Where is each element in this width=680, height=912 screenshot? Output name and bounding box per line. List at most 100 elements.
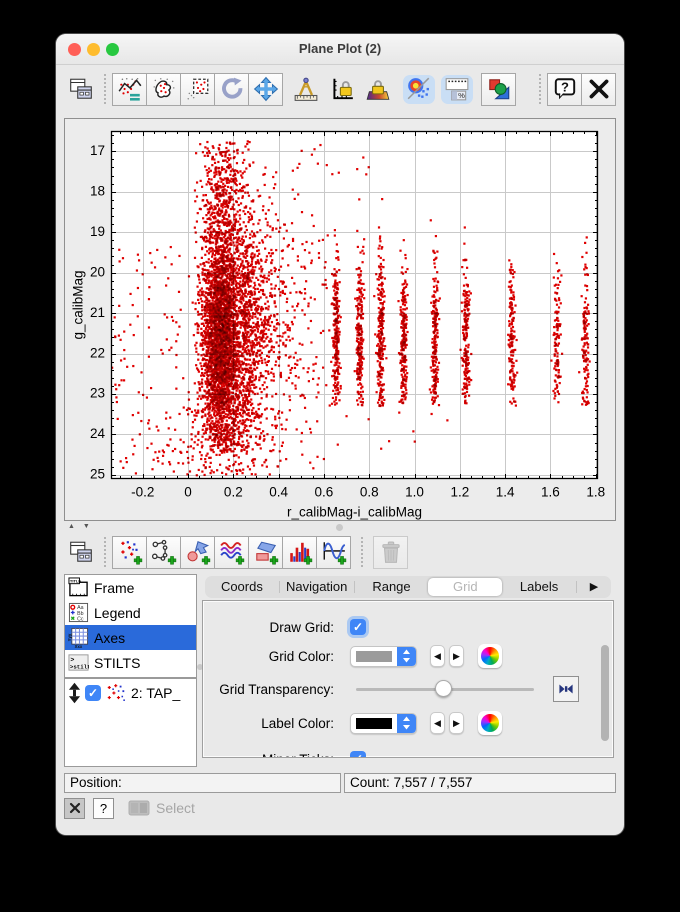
export-image-icon (488, 79, 509, 100)
grid-color-swatch (356, 650, 392, 662)
control-item-frame[interactable]: TITLE Frame (65, 575, 196, 600)
grid-color-row: Grid Color: ◀ ▶ (203, 644, 613, 668)
tabs-overflow-button[interactable]: ▶ (577, 577, 611, 597)
control-item-label: Frame (94, 579, 135, 596)
replot-button[interactable] (214, 72, 249, 106)
plane-plot-window: Plane Plot (2) % ? ▲ ▼ TITLE Frame Aa Bb… (56, 34, 624, 835)
svg-text:?: ? (561, 80, 569, 95)
position-label: Position: (70, 775, 122, 790)
add-histogram-layer-button[interactable] (282, 535, 317, 569)
export-button[interactable] (481, 72, 516, 106)
svg-text:>stilts: >stilts (70, 664, 89, 671)
count-field: Count: 7,557 / 7,557 (344, 773, 616, 793)
draw-grid-checkbox[interactable] (350, 619, 366, 635)
add-spectrogram-layer-button[interactable] (214, 535, 249, 569)
add-position-layer-button[interactable] (112, 535, 147, 569)
new-subset-button[interactable] (112, 72, 147, 106)
desktop-background: Plane Plot (2) % ? ▲ ▼ TITLE Frame Aa Bb… (0, 0, 680, 912)
splitter-handle-dot[interactable] (336, 524, 343, 531)
tab-coords[interactable]: Coords (205, 577, 279, 597)
plot-control-list: TITLE Frame Aa Bb Cc Legend Yyy Xxx Axes… (64, 574, 197, 678)
toolbar-separator (539, 74, 541, 104)
select-label: Select (156, 800, 195, 816)
label-color-chooser-button[interactable] (478, 711, 502, 735)
plot-panel (64, 118, 616, 521)
tab-labels[interactable]: Labels (502, 577, 576, 597)
layer-label: 2: TAP_ (131, 684, 181, 701)
plot-canvas[interactable] (65, 119, 615, 520)
plot-splitter[interactable]: ▲ ▼ (64, 522, 616, 533)
grid-color-next-button[interactable]: ▶ (449, 645, 464, 667)
reorder-updown-icon[interactable] (68, 681, 81, 705)
select-mode-indicator[interactable]: Select (128, 800, 195, 816)
help-mode-button[interactable]: ? (93, 797, 114, 819)
toolbar-separator (104, 74, 106, 104)
add-layer-group (112, 535, 351, 569)
label-color-row: Label Color: ◀ ▶ (203, 711, 613, 735)
add-pair-layer-button[interactable] (146, 535, 181, 569)
panel-scrollbar-thumb[interactable] (601, 645, 609, 741)
subset-tools-group (112, 72, 283, 106)
draw-grid-row: Draw Grid: (203, 615, 613, 639)
progress-toggle-button[interactable]: % (441, 74, 473, 104)
layer-toolbar (64, 534, 616, 570)
minor-ticks-row: Minor Ticks: (203, 747, 613, 758)
tab-grid[interactable]: Grid (428, 578, 503, 596)
control-item-legend[interactable]: Aa Bb Cc Legend (65, 600, 196, 625)
sticky-lock-button[interactable] (361, 73, 395, 106)
combo-stepper-icon[interactable] (397, 646, 416, 666)
position-field: Position: (64, 773, 341, 793)
window-control-button[interactable] (64, 73, 98, 106)
select-window-icon (128, 800, 150, 816)
lock-axes-button[interactable] (325, 73, 359, 106)
close-window-button[interactable] (581, 72, 616, 106)
small-close-icon (69, 802, 80, 814)
combo-stepper-icon[interactable] (397, 713, 416, 733)
svg-text:Xxx: Xxx (75, 644, 83, 648)
grid-color-combo[interactable] (350, 645, 417, 667)
delete-layer-button[interactable] (373, 535, 408, 569)
svg-text:%: % (458, 91, 465, 100)
sketch-toggle-button[interactable] (403, 74, 435, 104)
grid-color-prev-button[interactable]: ◀ (430, 645, 445, 667)
measure-button[interactable] (289, 73, 323, 106)
zoom-region-subset-button[interactable] (180, 72, 215, 106)
toolbar-separator (104, 537, 106, 567)
stilts-icon: > >stilts (68, 654, 89, 671)
pan-button[interactable] (248, 72, 283, 106)
control-item-axes[interactable]: Yyy Xxx Axes (65, 625, 196, 650)
label-color-combo[interactable] (350, 712, 417, 734)
blob-subset-icon (152, 77, 175, 98)
tab-navigation[interactable]: Navigation (280, 577, 354, 597)
minor-ticks-label: Minor Ticks: (203, 752, 343, 758)
label-color-prev-button[interactable]: ◀ (430, 712, 445, 734)
add-area-layer-button[interactable] (180, 535, 215, 569)
splitter-collapse-arrows[interactable]: ▲ ▼ (68, 523, 93, 530)
draw-grid-label: Draw Grid: (269, 619, 334, 635)
layer-list: 2: TAP_ (64, 678, 197, 767)
control-item-label: Axes (94, 629, 126, 646)
tab-range[interactable]: Range (355, 577, 429, 597)
add-scatter-layer-icon (120, 541, 142, 565)
layer-scatter-icon (107, 683, 125, 701)
slider-thumb[interactable] (434, 680, 452, 697)
draw-blob-subset-button[interactable] (146, 72, 181, 106)
minor-ticks-checkbox[interactable] (350, 751, 366, 757)
title-bar[interactable]: Plane Plot (2) (56, 34, 624, 65)
frame-icon: TITLE (68, 577, 88, 597)
control-item-stilts[interactable]: > >stilts STILTS (65, 650, 196, 675)
add-wave-layer-icon (219, 542, 244, 565)
cancel-button[interactable] (64, 797, 85, 819)
grid-transparency-slider[interactable] (356, 678, 534, 700)
add-quad-layer-button[interactable] (248, 535, 283, 569)
label-color-next-button[interactable]: ▶ (449, 712, 464, 734)
layer-row[interactable]: 2: TAP_ (65, 679, 196, 706)
help-button[interactable]: ? (547, 72, 582, 106)
transparency-reset-button[interactable] (553, 676, 579, 702)
layer-visible-checkbox[interactable] (85, 684, 101, 701)
windows-icon (70, 541, 92, 562)
label-color-label: Label Color: (261, 715, 334, 731)
grid-color-chooser-button[interactable] (478, 644, 502, 668)
layer-window-control-button[interactable] (64, 536, 98, 569)
add-function-layer-button[interactable] (316, 535, 351, 569)
